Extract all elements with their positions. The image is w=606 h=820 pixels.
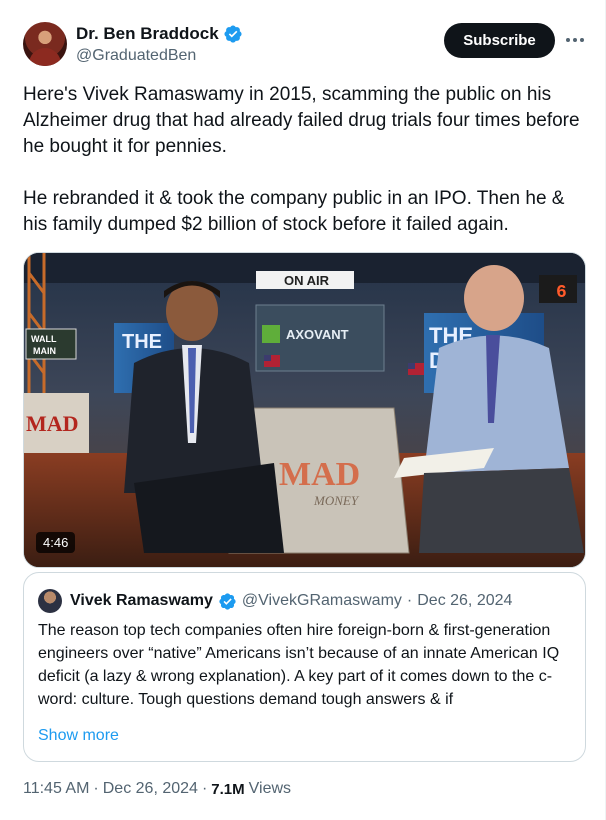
dot — [573, 38, 577, 42]
show-more-link[interactable]: Show more — [38, 727, 119, 745]
separator-dot: · — [201, 780, 208, 797]
digit-text: 6 — [556, 283, 567, 303]
street-sign-line-1: WALL — [31, 334, 57, 344]
tweet-paragraph: Here's Vivek Ramaswamy in 2015, scamming… — [23, 84, 580, 157]
street-sign-line-2: MAIN — [33, 346, 56, 356]
video-frame: THE THE DE ON AIR AXOVANT 6 WALL MAIN MA… — [24, 253, 585, 567]
tweet-header: Dr. Ben Braddock @GraduatedBen Subscribe — [23, 22, 588, 68]
verified-badge-icon — [224, 25, 242, 43]
video-player[interactable]: THE THE DE ON AIR AXOVANT 6 WALL MAIN MA… — [23, 252, 586, 568]
author-display-name[interactable]: Dr. Ben Braddock — [76, 24, 219, 44]
quoted-tweet-text: The reason top tech companies often hire… — [38, 622, 560, 708]
dot — [580, 38, 584, 42]
dot — [566, 38, 570, 42]
quoted-tweet[interactable]: Vivek Ramaswamy @VivekGRamaswamy · Dec 2… — [23, 572, 586, 762]
tweet-text: Here's Vivek Ramaswamy in 2015, scamming… — [23, 82, 588, 238]
quoted-tweet-header: Vivek Ramaswamy @VivekGRamaswamy · Dec 2… — [38, 589, 512, 613]
separator-dot: · — [93, 780, 99, 797]
tweet-date[interactable]: Dec 26, 2024 — [103, 780, 198, 798]
on-air-text: ON AIR — [284, 273, 330, 288]
tweet-paragraph: He rebranded it & took the company publi… — [23, 188, 565, 235]
screen-text-left: THE — [122, 331, 162, 353]
tweet-container: Dr. Ben Braddock @GraduatedBen Subscribe… — [0, 0, 606, 820]
desk-mad-text: MAD — [279, 456, 360, 493]
quoted-author-handle[interactable]: @VivekGRamaswamy — [242, 592, 402, 610]
tweet-time[interactable]: 11:45 AM — [23, 780, 89, 798]
more-options-icon[interactable] — [563, 28, 587, 52]
views-count: 7.1M — [211, 780, 245, 798]
author-avatar[interactable] — [23, 22, 67, 66]
author-handle[interactable]: @GraduatedBen — [76, 47, 196, 65]
views-label: Views — [248, 780, 292, 797]
quoted-tweet-date[interactable]: Dec 26, 2024 — [417, 592, 512, 610]
poster-mad-text: MAD — [26, 411, 79, 436]
tweet-meta: 11:45 AM · Dec 26, 2024 · 7.1M Views — [23, 780, 291, 798]
axovant-logo-icon — [262, 325, 280, 343]
axovant-logo-text: AXOVANT — [286, 327, 349, 342]
desk-money-text: MONEY — [313, 493, 360, 508]
quoted-author-name[interactable]: Vivek Ramaswamy — [70, 592, 213, 610]
subscribe-button[interactable]: Subscribe — [444, 23, 555, 58]
author-name-row: Dr. Ben Braddock — [76, 24, 243, 44]
separator-dot: · — [406, 592, 413, 609]
verified-badge-icon — [219, 592, 236, 610]
video-duration-badge: 4:46 — [36, 532, 76, 553]
quoted-author-avatar[interactable] — [38, 589, 62, 613]
avatar-figure — [29, 48, 61, 66]
